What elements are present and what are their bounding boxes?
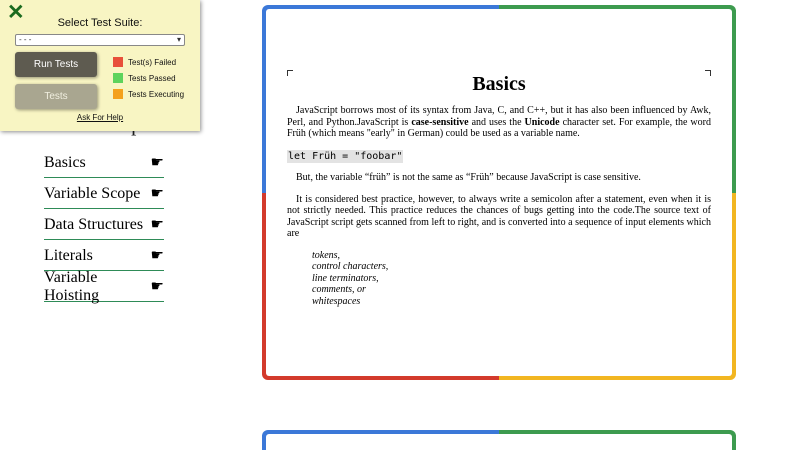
- legend-swatch-passed: [113, 73, 123, 83]
- ask-for-help-link[interactable]: Ask For Help: [0, 113, 200, 122]
- text-bold: Unicode: [524, 116, 560, 128]
- legend-passed: Tests Passed: [113, 73, 176, 83]
- sidebar-item-label: Data Structures: [44, 215, 144, 233]
- pointing-hand-icon: ☛: [150, 155, 164, 171]
- list-item: whitespaces: [312, 295, 361, 307]
- article-paragraph-3: It is considered best practice, however,…: [287, 193, 711, 240]
- next-content-card: [262, 430, 736, 450]
- code-snippet: let Früh = "foobar": [287, 149, 404, 163]
- sidebar-item-label: Basics: [44, 153, 86, 171]
- legend-swatch-failed: [113, 57, 123, 67]
- sidebar-item-data-structures[interactable]: Data Structures ☛: [44, 210, 164, 240]
- test-suite-selected-value: - - -: [19, 35, 32, 44]
- pointing-hand-icon: ☛: [150, 217, 164, 233]
- content-card: Basics JavaScript borrows most of its sy…: [262, 5, 736, 380]
- sidebar-item-literals[interactable]: Literals ☛: [44, 241, 164, 271]
- chevron-down-icon: ▾: [176, 35, 181, 44]
- sidebar-item-label: Variable Scope: [44, 184, 141, 202]
- sidebar-item-basics[interactable]: Basics ☛: [44, 148, 164, 178]
- input-elements-list: tokens, control characters, line termina…: [312, 250, 711, 308]
- article-paragraph-2: But, the variable “früh” is not the same…: [296, 172, 641, 183]
- legend-label: Tests Passed: [128, 73, 176, 83]
- test-suite-select[interactable]: - - - ▾: [15, 34, 185, 46]
- pointing-hand-icon: ☛: [150, 186, 164, 202]
- card-body: Basics JavaScript borrows most of its sy…: [266, 9, 732, 376]
- sidebar-item-variable-hoisting[interactable]: Variable Hoisting ☛: [44, 268, 164, 304]
- sidebar-item-label: Literals: [44, 246, 93, 264]
- card-body: [266, 434, 732, 450]
- sidebar-item-variable-scope[interactable]: Variable Scope ☛: [44, 179, 164, 209]
- sidebar-nav: Basics ☛ Variable Scope ☛ Data Structure…: [44, 148, 164, 304]
- list-item: line terminators,: [312, 272, 379, 284]
- legend-label: Tests Executing: [128, 89, 185, 99]
- test-runner-panel: ✕ Select Test Suite: - - - ▾ Run Tests T…: [0, 0, 200, 131]
- legend-swatch-executing: [113, 89, 123, 99]
- text-bold: case-sensitive: [411, 116, 469, 128]
- test-suite-label: Select Test Suite:: [57, 17, 143, 29]
- pointing-hand-icon: ☛: [150, 279, 164, 295]
- list-item: comments, or: [312, 284, 366, 295]
- article-paragraph-1: JavaScript borrows most of its syntax fr…: [287, 105, 711, 140]
- legend-failed: Test(s) Failed: [113, 57, 176, 67]
- sidebar-item-label: Variable Hoisting: [44, 268, 100, 304]
- article-heading: Basics: [472, 73, 526, 95]
- legend-label: Test(s) Failed: [128, 57, 177, 67]
- text-run: and uses the: [468, 116, 525, 128]
- article: Basics JavaScript borrows most of its sy…: [287, 72, 711, 307]
- list-item: control characters,: [312, 261, 389, 272]
- list-item: tokens,: [312, 249, 341, 261]
- run-tests-button[interactable]: Run Tests: [15, 52, 97, 77]
- tests-button[interactable]: Tests: [15, 84, 97, 109]
- pointing-hand-icon: ☛: [150, 248, 164, 264]
- legend-executing: Tests Executing: [113, 89, 184, 99]
